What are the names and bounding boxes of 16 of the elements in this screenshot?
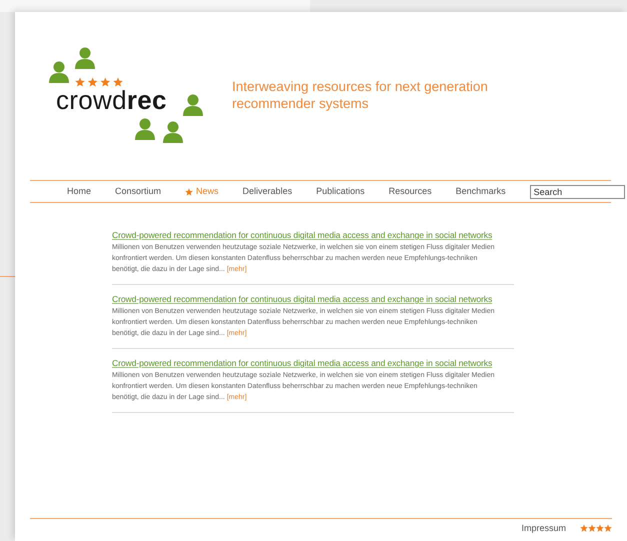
nav-link[interactable]: Consortium	[115, 184, 162, 198]
search-field[interactable]: Search	[530, 184, 625, 198]
impressum-link[interactable]: Impressum	[521, 522, 566, 535]
tagline: Interweaving resources for next generation recommender systems	[232, 78, 489, 112]
nav-link[interactable]: Deliverables	[242, 184, 292, 198]
rating-stars-icon	[580, 524, 612, 532]
nav-link[interactable]: Benchmarks	[456, 184, 506, 198]
article-title-link[interactable]: Crowd-powered recommendation for continuous digital media access and exchange in social networks	[112, 229, 514, 241]
star-icon	[185, 188, 194, 196]
nav-link[interactable]: Home	[67, 184, 92, 198]
article-title-link[interactable]: Crowd-powered recommendation for continuous digital media access and exchange in social networks	[112, 293, 514, 305]
nav-link[interactable]: Resources	[388, 184, 432, 198]
article-title-link[interactable]: Crowd-powered recommendation for continuous digital media access and exchange in social networks	[112, 357, 514, 369]
logo-text: crowdrec	[56, 85, 167, 115]
nav-link[interactable]: Publications	[316, 184, 365, 198]
rating-stars-icon	[75, 77, 123, 87]
